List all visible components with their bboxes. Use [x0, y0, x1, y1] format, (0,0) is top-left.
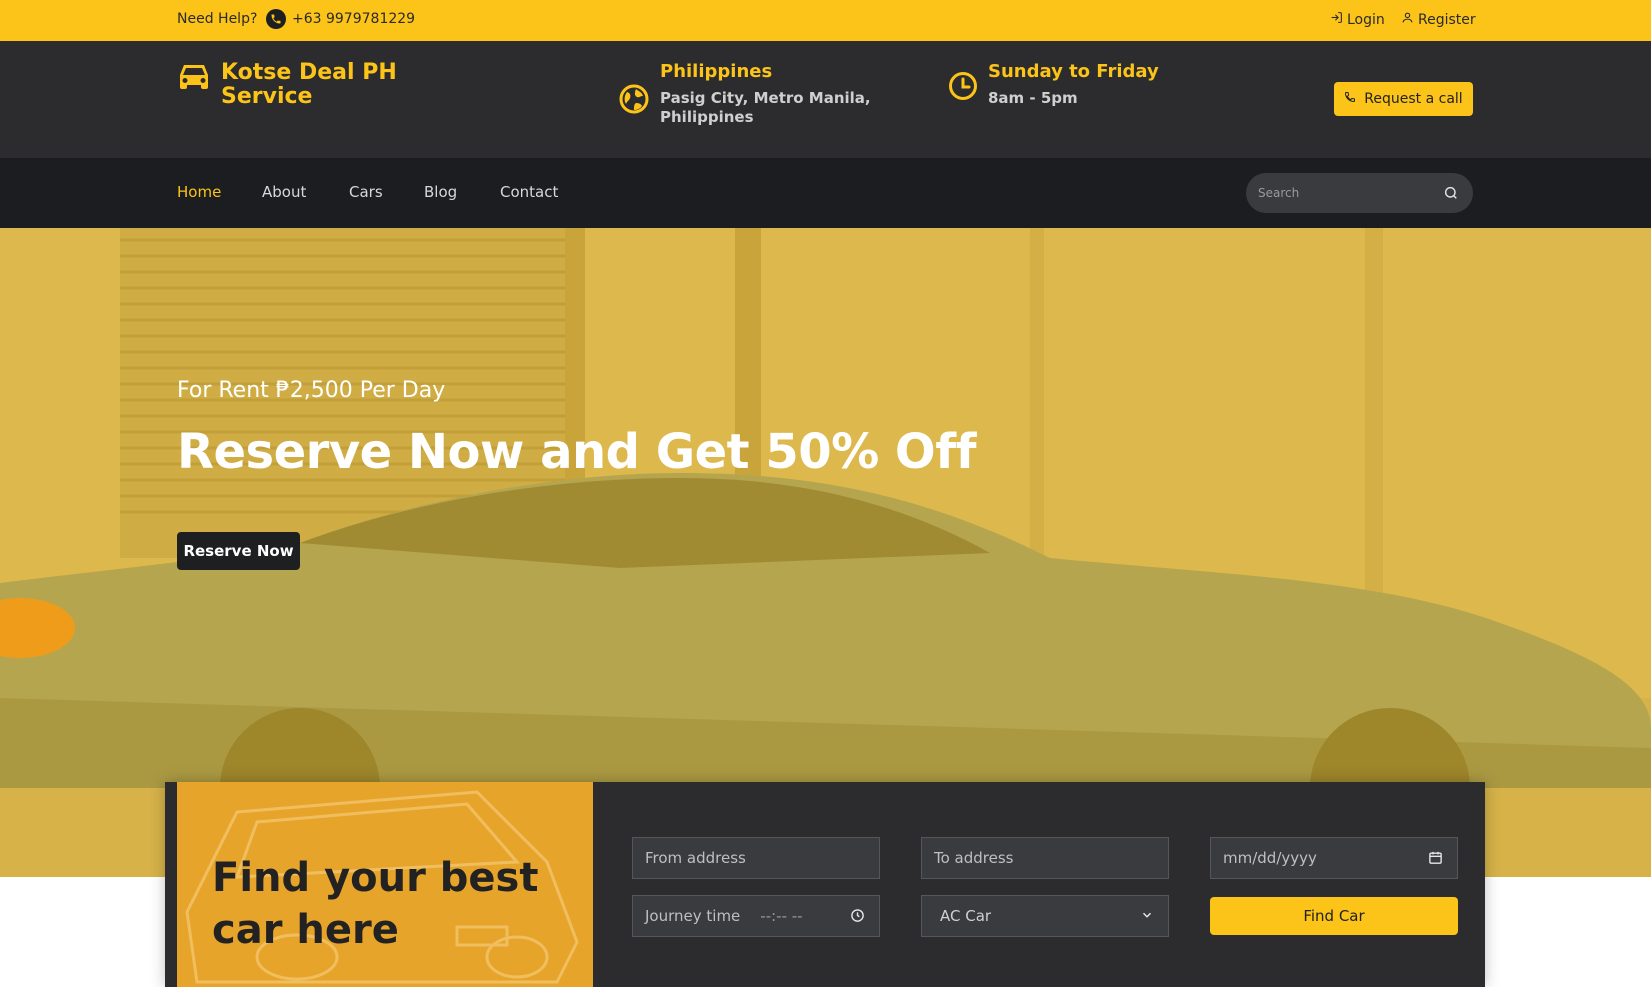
- to-address-placeholder: To address: [934, 849, 1014, 867]
- date-placeholder: mm/dd/yyyy: [1223, 849, 1317, 867]
- booking-panel: Find your best car here From address To …: [165, 782, 1485, 987]
- request-call-button[interactable]: Request a call: [1334, 82, 1473, 116]
- car-icon: [177, 61, 211, 95]
- car-type-select[interactable]: AC Car: [921, 895, 1169, 937]
- login-label: Login: [1347, 11, 1385, 28]
- to-address-field[interactable]: To address: [921, 837, 1169, 879]
- brand-name-line1: Kotse Deal PH: [221, 60, 397, 85]
- globe-icon: [618, 83, 650, 127]
- need-help-label: Need Help?: [177, 11, 258, 27]
- promo-card: Find your best car here: [177, 782, 593, 987]
- search-box: [1246, 173, 1473, 213]
- login-icon: [1330, 11, 1343, 28]
- calendar-icon[interactable]: [1428, 850, 1443, 869]
- phone-icon: [1344, 91, 1356, 107]
- date-field[interactable]: mm/dd/yyyy: [1210, 837, 1458, 879]
- nav-item-about[interactable]: About: [262, 183, 306, 201]
- hero-eyebrow: For Rent ₱2,500 Per Day: [177, 378, 446, 403]
- request-call-label: Request a call: [1364, 91, 1463, 107]
- nav-item-contact[interactable]: Contact: [500, 183, 558, 201]
- user-icon: [1401, 11, 1414, 28]
- promo-title-line1: Find your best: [212, 855, 539, 901]
- register-link[interactable]: Register: [1401, 11, 1476, 28]
- find-car-button[interactable]: Find Car: [1210, 897, 1458, 935]
- reserve-now-button[interactable]: Reserve Now: [177, 532, 300, 570]
- car-type-selected: AC Car: [940, 907, 992, 925]
- top-utility-bar: Need Help? +63 9979781229 Login Register: [0, 0, 1651, 41]
- nav-item-home[interactable]: Home: [177, 183, 221, 201]
- from-address-placeholder: From address: [645, 849, 746, 867]
- hours-info: Sunday to Friday 8am - 5pm: [948, 61, 1159, 108]
- phone-icon: [266, 9, 286, 29]
- location-address-line1: Pasig City, Metro Manila,: [660, 89, 871, 107]
- chevron-down-icon: [1140, 908, 1154, 926]
- location-address-line2: Philippines: [660, 108, 754, 126]
- journey-time-value: --:-- --: [760, 907, 803, 925]
- journey-time-placeholder: Journey time: [645, 907, 741, 925]
- hero-banner: For Rent ₱2,500 Per Day Reserve Now and …: [0, 228, 1651, 877]
- location-title: Philippines: [660, 61, 773, 82]
- site-header: Kotse Deal PH Service Philippines Pasig …: [0, 41, 1651, 158]
- hours-value: 8am - 5pm: [988, 89, 1078, 107]
- nav-item-cars[interactable]: Cars: [349, 183, 383, 201]
- from-address-field[interactable]: From address: [632, 837, 880, 879]
- clock-icon: [948, 71, 978, 108]
- brand-name-line2: Service: [221, 84, 313, 109]
- hero-headline: Reserve Now and Get 50% Off: [177, 424, 976, 480]
- login-link[interactable]: Login: [1330, 11, 1385, 28]
- main-nav: Home About Cars Blog Contact: [0, 158, 1651, 228]
- journey-time-field[interactable]: Journey time --:-- --: [632, 895, 880, 937]
- hours-title: Sunday to Friday: [988, 61, 1159, 82]
- brand-logo[interactable]: Kotse Deal PH Service: [177, 61, 397, 109]
- search-icon[interactable]: [1443, 185, 1459, 205]
- search-input[interactable]: [1258, 184, 1438, 202]
- phone-number[interactable]: +63 9979781229: [292, 11, 415, 27]
- location-info: Philippines Pasig City, Metro Manila, Ph…: [618, 61, 871, 127]
- register-label: Register: [1418, 11, 1476, 28]
- nav-item-blog[interactable]: Blog: [424, 183, 457, 201]
- clock-icon[interactable]: [850, 908, 865, 927]
- promo-title-line2: car here: [212, 907, 399, 953]
